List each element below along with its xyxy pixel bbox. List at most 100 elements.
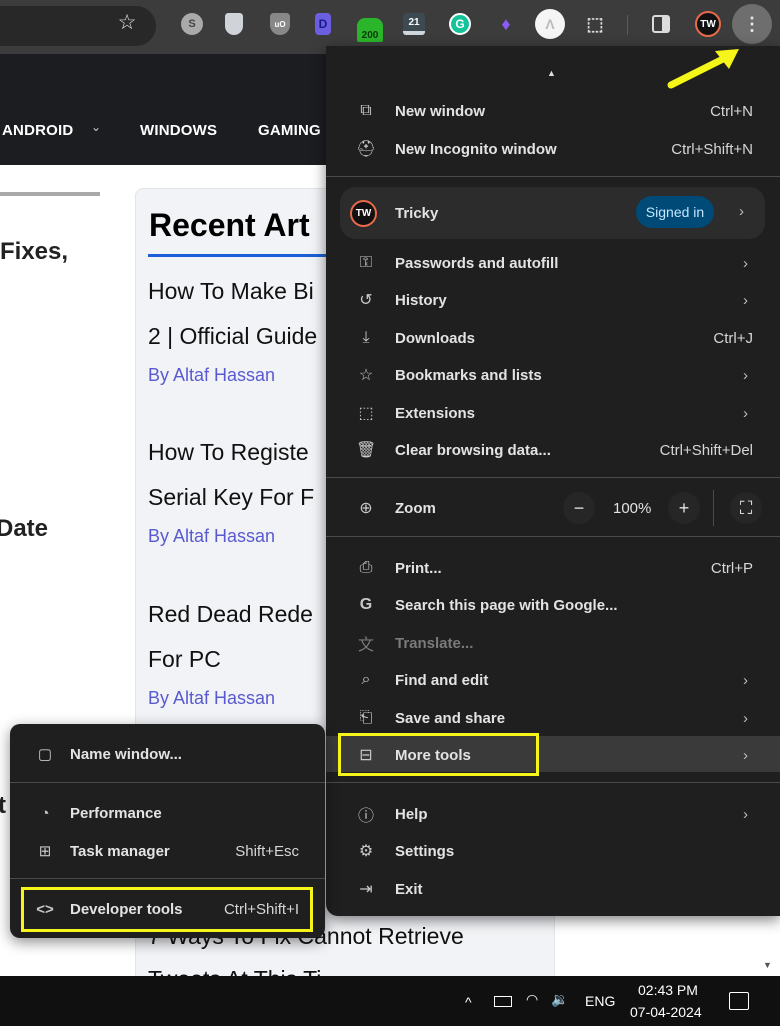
zoom-icon: ⊕: [359, 500, 373, 517]
submenu-item-label: Performance: [70, 804, 162, 822]
screen: ☆ S uO D 200 21 G ♦ Λ ⬚ TW ⋮ ANDROID ⌄ W…: [0, 0, 780, 1026]
menu-item-clear-browsing-data[interactable]: 🗑 Clear browsing data... Ctrl+Shift+Del: [326, 432, 780, 468]
notifications-icon[interactable]: [729, 992, 749, 1010]
chrome-menu-button[interactable]: ⋮: [732, 4, 772, 44]
article-link[interactable]: How To Make Bi: [148, 278, 314, 305]
menu-item-search-with-google[interactable]: G Search this page with Google...: [326, 587, 780, 623]
scrollbar-down-arrow[interactable]: ▼: [763, 960, 772, 970]
article-author[interactable]: By Altaf Hassan: [148, 365, 275, 386]
zoom-in-button[interactable]: +: [668, 492, 700, 524]
menu-item-label: Find and edit: [395, 671, 489, 689]
scroll-up-caret-icon: ▲: [547, 68, 556, 78]
wifi-icon[interactable]: ◠: [526, 991, 538, 1008]
menu-item-exit[interactable]: ⇥ Exit: [326, 871, 780, 907]
zoom-out-button[interactable]: −: [563, 492, 595, 524]
menu-item-translate: 文 Translate...: [326, 625, 780, 661]
language-indicator[interactable]: ENG: [585, 993, 615, 1009]
calendar-extension-icon[interactable]: 21: [403, 13, 425, 35]
side-panel-icon[interactable]: [652, 15, 670, 33]
chevron-right-icon: ›: [743, 291, 748, 309]
nav-windows[interactable]: WINDOWS: [140, 122, 217, 139]
menu-item-new-window[interactable]: ⧉ New window Ctrl+N: [326, 93, 780, 129]
translate-icon: 文: [357, 637, 374, 654]
volume-icon[interactable]: 🔉: [551, 991, 568, 1008]
menu-item-label: Settings: [395, 842, 455, 860]
menu-item-history[interactable]: ↺ History ›: [326, 282, 780, 318]
profile-avatar-button[interactable]: TW: [695, 11, 721, 37]
menu-item-label: New window: [395, 102, 485, 120]
menu-item-save-and-share[interactable]: ⎗ Save and share ›: [326, 700, 780, 736]
menu-item-downloads[interactable]: ⤓ Downloads Ctrl+J: [326, 320, 780, 356]
menu-item-find-and-edit[interactable]: ⌕ Find and edit ›: [326, 662, 780, 698]
article-link[interactable]: Red Dead Rede: [148, 601, 313, 628]
menu-item-label: Bookmarks and lists: [395, 366, 542, 384]
menu-divider: [326, 477, 780, 478]
menu-item-zoom: ⊕ Zoom: [326, 490, 780, 526]
menu-item-bookmarks[interactable]: ☆ Bookmarks and lists ›: [326, 357, 780, 393]
download-icon: ⤓: [362, 329, 370, 346]
annotation-highlight-box: [338, 733, 539, 776]
chevron-right-icon: ›: [743, 805, 748, 823]
submenu-item-performance[interactable]: ◔ Performance: [10, 796, 325, 830]
ublock-origin-icon[interactable]: uO: [270, 13, 290, 35]
menu-item-extensions[interactable]: ⬚ Extensions ›: [326, 395, 780, 431]
clock-time[interactable]: 02:43 PM: [638, 982, 698, 998]
help-icon: ⓘ: [357, 808, 374, 825]
article-link[interactable]: For PC: [148, 646, 221, 673]
article-link[interactable]: Serial Key For F: [148, 484, 314, 511]
article-author[interactable]: By Altaf Hassan: [148, 688, 275, 709]
menu-item-label: History: [395, 291, 447, 309]
article-title-fragment[interactable]: Fixes,: [0, 238, 68, 266]
menu-item-help[interactable]: ⓘ Help ›: [326, 796, 780, 832]
find-icon: ⌕: [361, 671, 371, 688]
nav-android[interactable]: ANDROID: [2, 122, 73, 139]
shortcut-label: Ctrl+P: [710, 559, 753, 577]
menu-item-label: Help: [395, 805, 428, 823]
flame-extension-icon[interactable]: ♦: [495, 13, 517, 35]
bookmark-star-icon[interactable]: ☆: [116, 12, 138, 34]
submenu-divider: [10, 782, 325, 783]
menu-item-print[interactable]: ⎙ Print... Ctrl+P: [326, 550, 780, 586]
simplenote-extension-icon[interactable]: S: [181, 13, 203, 35]
menu-item-passwords[interactable]: ⚿ Passwords and autofill ›: [326, 245, 780, 281]
menu-item-new-incognito-window[interactable]: ⛑ New Incognito window Ctrl+Shift+N: [326, 131, 780, 167]
menu-divider: [326, 536, 780, 537]
profile-avatar: TW: [350, 200, 377, 227]
article-link[interactable]: How To Registe: [148, 439, 309, 466]
fullscreen-button[interactable]: ⛶: [730, 492, 762, 524]
shield-extension-icon[interactable]: [225, 13, 243, 35]
article-title-fragment[interactable]: t: [0, 792, 6, 820]
shortcut-label: Ctrl+N: [710, 102, 753, 120]
window-icon: ▢: [37, 746, 53, 763]
d-extension-icon[interactable]: D: [315, 13, 331, 35]
chevron-down-icon[interactable]: ⌄: [91, 120, 101, 134]
counter-extension-icon[interactable]: 200: [357, 18, 383, 42]
extensions-puzzle-icon[interactable]: ⬚: [584, 13, 606, 35]
annotation-arrow: [667, 49, 739, 89]
menu-divider: [326, 782, 780, 783]
nav-gaming[interactable]: GAMING: [258, 122, 321, 139]
article-link[interactable]: 2 | Official Guide: [148, 323, 317, 350]
arc-extension-icon[interactable]: Λ: [535, 9, 565, 39]
submenu-item-task-manager[interactable]: ⊞ Task manager Shift+Esc: [10, 834, 325, 868]
history-icon: ↺: [359, 292, 373, 309]
menu-item-label: Extensions: [395, 404, 476, 422]
tray-chevron-icon[interactable]: ^: [465, 994, 472, 1010]
menu-item-label: Clear browsing data...: [395, 441, 551, 459]
zoom-divider: [713, 490, 714, 526]
menu-item-label: Downloads: [395, 329, 476, 347]
chevron-right-icon: ›: [743, 746, 748, 764]
submenu-item-name-window[interactable]: ▢ Name window...: [10, 737, 325, 771]
menu-item-settings[interactable]: ⚙ Settings: [326, 833, 780, 869]
article-title-fragment[interactable]: Date: [0, 515, 48, 543]
battery-icon[interactable]: [494, 996, 512, 1007]
article-author[interactable]: By Altaf Hassan: [148, 526, 275, 547]
incognito-icon: ⛑: [356, 141, 377, 158]
shortcut-label: Ctrl+J: [713, 329, 753, 347]
clock-date[interactable]: 07-04-2024: [630, 1004, 702, 1020]
shortcut-label: Ctrl+Shift+Del: [659, 441, 753, 459]
submenu-item-label: Name window...: [70, 745, 182, 763]
grammarly-extension-icon[interactable]: G: [449, 13, 471, 35]
trash-icon: 🗑: [356, 442, 377, 459]
star-icon: ☆: [358, 367, 374, 384]
